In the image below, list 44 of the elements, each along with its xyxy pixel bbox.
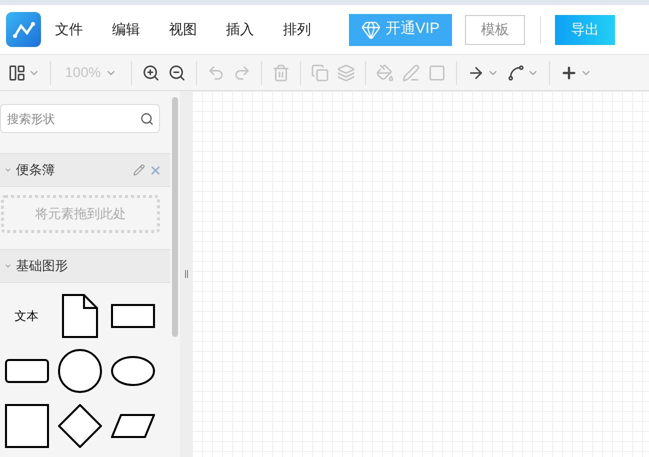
caret-down-icon: [4, 262, 12, 270]
diamond-icon: [361, 20, 382, 40]
edit-icon[interactable]: [133, 164, 145, 176]
section-title: 基础图形: [16, 257, 69, 276]
parallelogram-shape[interactable]: [111, 414, 156, 438]
scrollbar[interactable]: [170, 91, 180, 457]
shadow-icon: [428, 64, 446, 82]
bring-front-icon: [310, 64, 329, 82]
paint-bucket-icon: [376, 64, 394, 82]
section-header[interactable]: 基础图形: [0, 249, 170, 283]
caret-down-icon: [4, 166, 12, 174]
rounded-rectangle-shape[interactable]: [4, 359, 49, 383]
send-back-icon: [336, 64, 355, 82]
menu-item[interactable]: 排列: [283, 19, 311, 40]
section-header[interactable]: 便条簿: [0, 153, 170, 187]
zoom-out-icon: [168, 64, 186, 82]
template-button[interactable]: 模板: [465, 14, 525, 44]
square-shape[interactable]: [4, 404, 49, 448]
drop-hint: 将元素拖到此处: [35, 205, 126, 224]
section-title: 便条簿: [16, 161, 56, 180]
grip-icon: [184, 270, 188, 278]
text-shape[interactable]: 文本: [14, 307, 39, 325]
menu-item[interactable]: 插入: [226, 19, 254, 40]
circle-shape[interactable]: [58, 349, 102, 393]
plus-icon: [560, 64, 578, 82]
layout-icon: [8, 64, 26, 82]
search-field[interactable]: 搜索形状: [0, 104, 160, 133]
trash-icon: [272, 64, 290, 82]
pen-line-icon: [402, 64, 420, 82]
scrollbar-thumb[interactable]: [172, 97, 178, 337]
connector-icon: [506, 64, 525, 82]
document-shape[interactable]: [62, 294, 98, 338]
ellipse-shape[interactable]: [111, 356, 156, 386]
app-logo[interactable]: [6, 12, 41, 47]
menu-item[interactable]: 文件: [55, 19, 83, 40]
logo-icon: [12, 20, 34, 38]
search-icon: [140, 112, 154, 126]
menu-item[interactable]: 编辑: [112, 19, 140, 40]
rectangle-shape[interactable]: [111, 304, 156, 328]
zoom-in-icon: [142, 64, 160, 82]
menu-item[interactable]: 视图: [169, 19, 197, 40]
redo-icon: [232, 64, 251, 82]
undo-icon: [206, 64, 225, 82]
diamond-shape[interactable]: [58, 404, 102, 448]
